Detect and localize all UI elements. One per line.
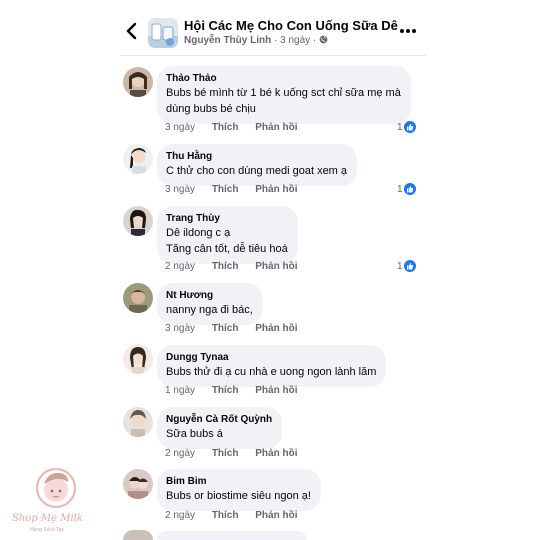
like-button[interactable]: Thích	[212, 323, 239, 334]
comment-text: Bubs bé mình từ 1 bé k uống sct chỉ sữa …	[166, 87, 401, 99]
comment-text: Bubs or biostime siêu ngon ạ!	[166, 490, 311, 502]
like-button[interactable]: Thích	[212, 122, 239, 133]
watermark-tagline: Hàng Xách Tay	[30, 527, 64, 533]
comment-time: 3 ngày	[165, 122, 196, 133]
reaction-count-number: 1	[397, 260, 403, 272]
avatar[interactable]	[123, 407, 153, 437]
reply-button[interactable]: Phản hồi	[255, 510, 297, 521]
comment-actions: 2 ngày Thích Phản hồi	[165, 448, 312, 459]
comment-author[interactable]: Thu Hằng	[166, 150, 347, 163]
post-author[interactable]: Nguyễn Thùy Linh	[184, 35, 271, 46]
next-comment-avatar[interactable]	[123, 530, 153, 540]
reply-button[interactable]: Phản hồi	[255, 261, 297, 272]
reaction-count[interactable]: 1	[397, 260, 416, 272]
reply-button[interactable]: Phản hồi	[255, 184, 297, 195]
reply-button[interactable]: Phản hồi	[255, 448, 297, 459]
avatar[interactable]	[123, 67, 153, 97]
comment-author[interactable]: Trang Thùy	[166, 212, 288, 225]
avatar[interactable]	[123, 144, 153, 174]
comment-text: C thử cho con dùng medi goat xem ạ	[166, 165, 348, 177]
comment-time: 3 ngày	[165, 184, 196, 195]
like-reaction-icon	[403, 121, 416, 133]
comment-bubble: Thu Hằng C thử cho con dùng medi goat xe…	[157, 144, 358, 186]
more-options-icon[interactable]	[397, 23, 419, 39]
like-button[interactable]: Thích	[212, 261, 239, 272]
group-avatar[interactable]	[148, 18, 178, 48]
reaction-count[interactable]: 1	[397, 183, 416, 195]
comment-author[interactable]: Thảo Thảo	[166, 72, 401, 85]
comment-actions: 2 ngày Thích Phản hồi	[165, 510, 312, 521]
like-button[interactable]: Thích	[212, 448, 239, 459]
like-button[interactable]: Thích	[212, 510, 239, 521]
reaction-count[interactable]: 1	[397, 121, 416, 133]
comment-bubble: Thảo Thảo Bubs bé mình từ 1 bé k uống sc…	[157, 66, 411, 124]
comment-actions: 1 ngày Thích Phản hồi	[165, 385, 312, 396]
comment-actions: 3 ngày Thích Phản hồi	[165, 323, 312, 334]
comment-time: 1 ngày	[165, 385, 196, 396]
avatar[interactable]	[123, 206, 153, 236]
comment-text: Dê ildong c ạ	[166, 227, 231, 239]
comment-text: nanny nga đi bác,	[166, 304, 253, 316]
next-comment-bubble	[157, 531, 307, 540]
post-header: Hội Các Mẹ Cho Con Uống Sữa Dê Nguyễn Th…	[0, 0, 540, 60]
reply-button[interactable]: Phản hồi	[255, 323, 297, 334]
avatar[interactable]	[123, 469, 153, 499]
reply-button[interactable]: Phản hồi	[255, 122, 297, 133]
comment-author[interactable]: Dungg Tynaa	[166, 351, 376, 364]
comment-time: 2 ngày	[165, 448, 196, 459]
comment-actions: 3 ngày Thích Phản hồi	[165, 122, 312, 133]
comment-time: 2 ngày	[165, 261, 196, 272]
comment-bubble: Bim Bim Bubs or biostime siêu ngon ạ!	[157, 469, 321, 511]
reaction-count-number: 1	[397, 183, 403, 195]
reply-button[interactable]: Phản hồi	[255, 385, 297, 396]
like-button[interactable]: Thích	[212, 184, 239, 195]
comment-text: Sữa bubs á	[166, 428, 223, 440]
post-time: · 3 ngày ·	[274, 35, 317, 46]
comment-author[interactable]: Bim Bim	[166, 475, 311, 488]
like-button[interactable]: Thích	[212, 385, 239, 396]
reaction-count-number: 1	[397, 121, 403, 133]
back-arrow-icon[interactable]	[122, 20, 142, 42]
globe-icon	[319, 35, 328, 44]
like-reaction-icon	[403, 183, 416, 195]
like-reaction-icon	[403, 260, 416, 272]
comment-author[interactable]: Nt Hương	[166, 289, 253, 302]
comment-bubble: Dungg Tynaa Bubs thử đi ạ cu nhà e uong …	[157, 345, 387, 387]
comment-bubble: Nguyễn Cà Rốt Quỳnh Sữa bubs á	[157, 407, 283, 449]
comment-bubble: Trang Thùy Dê ildong c ạ Tăng cân tốt, d…	[157, 206, 298, 264]
group-title[interactable]: Hội Các Mẹ Cho Con Uống Sữa Dê	[184, 18, 398, 33]
comment-actions: 2 ngày Thích Phản hồi	[165, 261, 312, 272]
comment-author[interactable]: Nguyễn Cà Rốt Quỳnh	[166, 413, 272, 426]
avatar[interactable]	[123, 283, 153, 313]
comment-actions: 3 ngày Thích Phản hồi	[165, 184, 312, 195]
comment-text: Bubs thử đi ạ cu nhà e uong ngon lành lă…	[166, 366, 377, 378]
comment-text: Tăng cân tốt, dễ tiêu hoá	[166, 243, 288, 255]
comment-time: 3 ngày	[165, 323, 196, 334]
comment-text: dùng bubs bé chịu	[166, 103, 256, 115]
post-meta: Nguyễn Thùy Linh · 3 ngày ·	[184, 35, 328, 46]
comment-bubble: Nt Hương nanny nga đi bác,	[157, 283, 263, 325]
header-divider	[120, 55, 426, 56]
watermark-brand: Shop Mẹ Milk	[12, 513, 83, 524]
avatar[interactable]	[123, 344, 153, 374]
comment-time: 2 ngày	[165, 510, 196, 521]
